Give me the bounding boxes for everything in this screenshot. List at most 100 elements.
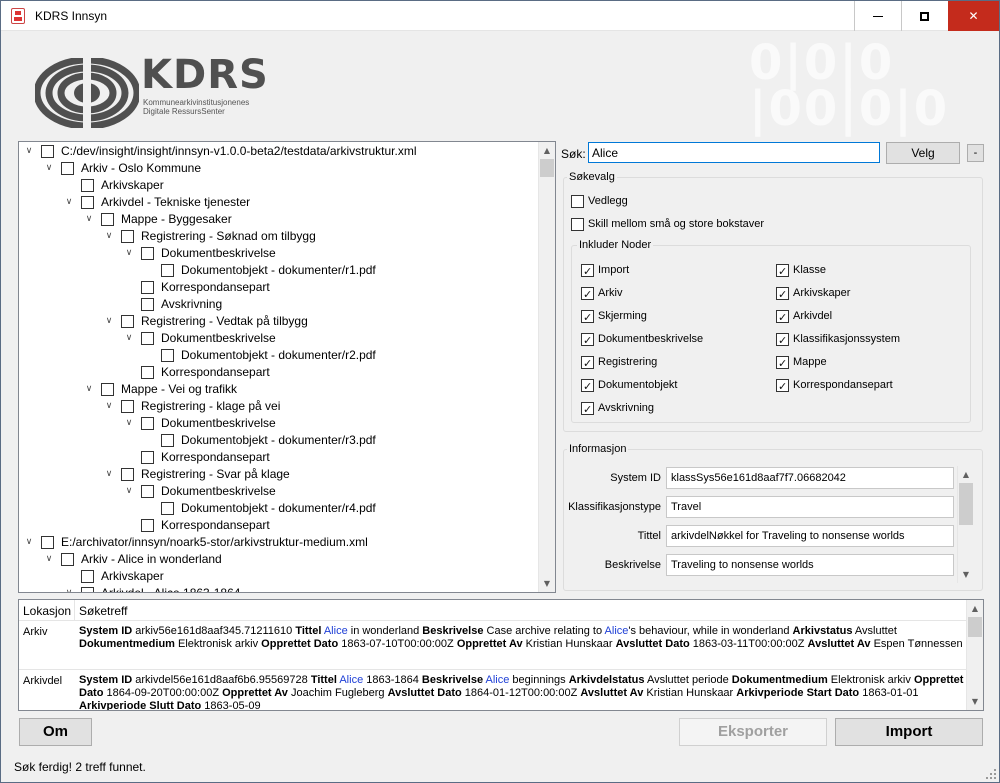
expand-arrow-icon[interactable]: ∨ bbox=[62, 194, 76, 211]
tree-node-checkbox[interactable] bbox=[141, 366, 154, 379]
tree-node-checkbox[interactable] bbox=[141, 247, 154, 260]
close-button[interactable]: ✕ bbox=[948, 1, 999, 31]
expand-arrow-icon[interactable]: ∨ bbox=[122, 245, 136, 262]
tree-node[interactable]: ∨ Dokumentbeskrivelse bbox=[19, 483, 539, 500]
expand-arrow-icon[interactable]: ∨ bbox=[62, 585, 76, 592]
info-field-value[interactable]: Traveling to nonsense worlds bbox=[666, 554, 954, 576]
column-hits[interactable]: Søketreff bbox=[79, 604, 127, 618]
search-input[interactable]: Alice bbox=[588, 142, 880, 163]
tree-scrollbar[interactable]: ▲ ▼ bbox=[538, 142, 555, 592]
include-node-checkbox[interactable] bbox=[581, 286, 594, 303]
results-scroll-down-icon[interactable]: ▼ bbox=[967, 693, 983, 710]
info-scrollbar[interactable]: ▲ ▼ bbox=[957, 466, 974, 583]
expand-arrow-icon[interactable]: ∨ bbox=[102, 466, 116, 483]
expand-arrow-icon[interactable]: ∨ bbox=[42, 551, 56, 568]
tree-node-checkbox[interactable] bbox=[161, 349, 174, 362]
tree-node[interactable]: Arkivskaper bbox=[19, 568, 539, 585]
tree-node-checkbox[interactable] bbox=[101, 383, 114, 396]
tree-node[interactable]: ∨ Dokumentbeskrivelse bbox=[19, 415, 539, 432]
about-button[interactable]: Om bbox=[19, 718, 92, 746]
expand-arrow-icon[interactable]: ∨ bbox=[102, 398, 116, 415]
results-scrollbar[interactable]: ▲ ▼ bbox=[966, 600, 983, 710]
import-button[interactable]: Import bbox=[835, 718, 983, 746]
include-node-checkbox[interactable] bbox=[581, 332, 594, 349]
result-row[interactable]: Arkivdel System ID arkivdel56e161d8aaf6b… bbox=[19, 670, 967, 710]
tree-node-checkbox[interactable] bbox=[81, 570, 94, 583]
info-field-value[interactable]: arkivdelNøkkel for Traveling to nonsense… bbox=[666, 525, 954, 547]
tree-node[interactable]: ∨ Registrering - klage på vei bbox=[19, 398, 539, 415]
tree-node[interactable]: Dokumentobjekt - dokumenter/r4.pdf bbox=[19, 500, 539, 517]
tree-node-checkbox[interactable] bbox=[81, 196, 94, 209]
tree-node[interactable]: Arkivskaper bbox=[19, 177, 539, 194]
expand-arrow-icon[interactable]: ∨ bbox=[22, 143, 36, 160]
tree-node[interactable]: Dokumentobjekt - dokumenter/r1.pdf bbox=[19, 262, 539, 279]
tree-node[interactable]: ∨ Arkiv - Alice in wonderland bbox=[19, 551, 539, 568]
tree-node-checkbox[interactable] bbox=[141, 417, 154, 430]
scroll-up-arrow-icon[interactable]: ▲ bbox=[539, 142, 555, 159]
tree-node-checkbox[interactable] bbox=[41, 536, 54, 549]
vedlegg-checkbox[interactable] bbox=[571, 195, 584, 208]
info-scroll-down-icon[interactable]: ▼ bbox=[958, 566, 974, 583]
expand-arrow-icon[interactable]: ∨ bbox=[122, 483, 136, 500]
tree-node-checkbox[interactable] bbox=[81, 179, 94, 192]
include-node-checkbox[interactable] bbox=[776, 286, 789, 303]
tree-node-checkbox[interactable] bbox=[161, 502, 174, 515]
expand-arrow-icon[interactable]: ∨ bbox=[22, 534, 36, 551]
collapse-button[interactable]: - bbox=[967, 144, 984, 162]
case-sensitive-checkbox[interactable] bbox=[571, 218, 584, 231]
include-node-checkbox[interactable] bbox=[581, 401, 594, 418]
column-location[interactable]: Lokasjon bbox=[23, 604, 71, 618]
tree-node[interactable]: Avskrivning bbox=[19, 296, 539, 313]
tree-node-checkbox[interactable] bbox=[161, 434, 174, 447]
include-node-checkbox[interactable] bbox=[776, 378, 789, 395]
expand-arrow-icon[interactable]: ∨ bbox=[102, 228, 116, 245]
archive-tree-view[interactable]: ▲ ▼ ∨ C:/dev/insight/insight/innsyn-v1.0.… bbox=[18, 141, 556, 593]
tree-node-checkbox[interactable] bbox=[121, 468, 134, 481]
tree-node[interactable]: Korrespondansepart bbox=[19, 449, 539, 466]
expand-arrow-icon[interactable]: ∨ bbox=[122, 415, 136, 432]
expand-arrow-icon[interactable]: ∨ bbox=[102, 313, 116, 330]
results-scroll-up-icon[interactable]: ▲ bbox=[967, 600, 983, 617]
results-scroll-thumb[interactable] bbox=[968, 617, 982, 637]
search-results-list[interactable]: Lokasjon Søketreff Arkiv System ID arkiv… bbox=[18, 599, 984, 711]
tree-node[interactable]: Dokumentobjekt - dokumenter/r2.pdf bbox=[19, 347, 539, 364]
include-node-checkbox[interactable] bbox=[581, 355, 594, 372]
tree-node-checkbox[interactable] bbox=[141, 298, 154, 311]
info-field-value[interactable]: Travel bbox=[666, 496, 954, 518]
tree-node[interactable]: ∨ Registrering - Svar på klage bbox=[19, 466, 539, 483]
tree-node[interactable]: ∨ Mappe - Vei og trafikk bbox=[19, 381, 539, 398]
tree-node[interactable]: Korrespondansepart bbox=[19, 517, 539, 534]
include-node-checkbox[interactable] bbox=[776, 309, 789, 326]
result-row[interactable]: Arkiv System ID arkiv56e161d8aaf345.7121… bbox=[19, 621, 967, 670]
tree-node-checkbox[interactable] bbox=[121, 315, 134, 328]
include-node-checkbox[interactable] bbox=[776, 263, 789, 280]
velg-button[interactable]: Velg bbox=[886, 142, 960, 164]
tree-node-checkbox[interactable] bbox=[141, 451, 154, 464]
tree-node[interactable]: ∨ Arkivdel - Alice 1863-1864 bbox=[19, 585, 539, 592]
resize-grip-icon[interactable] bbox=[986, 769, 996, 779]
include-node-checkbox[interactable] bbox=[776, 355, 789, 372]
export-button[interactable]: Eksporter bbox=[679, 718, 827, 746]
tree-node[interactable]: Dokumentobjekt - dokumenter/r3.pdf bbox=[19, 432, 539, 449]
maximize-button[interactable] bbox=[901, 1, 947, 31]
expand-arrow-icon[interactable]: ∨ bbox=[42, 160, 56, 177]
info-scroll-thumb[interactable] bbox=[959, 483, 973, 525]
info-scroll-up-icon[interactable]: ▲ bbox=[958, 466, 974, 483]
tree-node[interactable]: ∨ Mappe - Byggesaker bbox=[19, 211, 539, 228]
expand-arrow-icon[interactable]: ∨ bbox=[82, 381, 96, 398]
tree-node-checkbox[interactable] bbox=[101, 213, 114, 226]
tree-node[interactable]: ∨ Registrering - Søknad om tilbygg bbox=[19, 228, 539, 245]
expand-arrow-icon[interactable]: ∨ bbox=[122, 330, 136, 347]
tree-node[interactable]: Korrespondansepart bbox=[19, 279, 539, 296]
tree-node[interactable]: ∨ C:/dev/insight/insight/innsyn-v1.0.0-be… bbox=[19, 143, 539, 160]
tree-node-checkbox[interactable] bbox=[141, 281, 154, 294]
tree-node-checkbox[interactable] bbox=[141, 485, 154, 498]
tree-node-checkbox[interactable] bbox=[121, 400, 134, 413]
tree-node-checkbox[interactable] bbox=[161, 264, 174, 277]
scroll-down-arrow-icon[interactable]: ▼ bbox=[539, 575, 555, 592]
tree-node[interactable]: ∨ Arkivdel - Tekniske tjenester bbox=[19, 194, 539, 211]
include-node-checkbox[interactable] bbox=[581, 378, 594, 395]
include-node-checkbox[interactable] bbox=[581, 263, 594, 280]
tree-node-checkbox[interactable] bbox=[41, 145, 54, 158]
tree-node[interactable]: ∨ Registrering - Vedtak på tilbygg bbox=[19, 313, 539, 330]
